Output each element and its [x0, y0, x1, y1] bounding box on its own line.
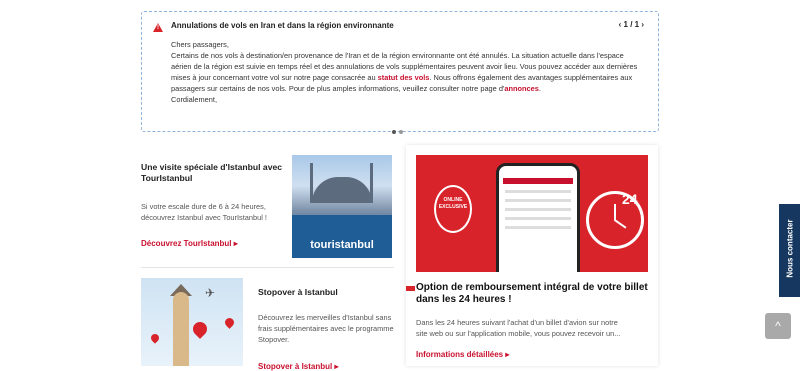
title-marker	[406, 286, 415, 291]
hours-label: 24	[622, 191, 638, 207]
announcement-closing: Cordialement,	[171, 95, 218, 104]
contact-tab[interactable]: Nous contacter	[779, 204, 800, 297]
announcements-link[interactable]: annonces	[504, 84, 539, 93]
touristanbul-title: Une visite spéciale d'Istanbul avec Tour…	[141, 162, 283, 183]
flight-status-link[interactable]: statut des vols	[378, 73, 430, 82]
stopover-link[interactable]: Stopover à Istanbul ▸	[258, 362, 338, 371]
refund-card: ONLINE EXCLUSIVE 24 Option de remboursem…	[406, 145, 658, 366]
map-pin-icon	[223, 316, 236, 329]
stopover-image[interactable]: ✈	[141, 278, 243, 366]
carousel-dot[interactable]	[392, 130, 396, 134]
airplane-icon: ✈	[205, 286, 216, 300]
contact-label: Nous contacter	[785, 219, 795, 278]
refund-image[interactable]: ONLINE EXCLUSIVE 24	[416, 155, 648, 272]
refund-desc: Dans les 24 heures suivant l'achat d'un …	[416, 318, 621, 338]
announcement-box: ! Annulations de vols en Iran et dans la…	[141, 11, 659, 134]
announcement-body: Chers passagers, Certains de nos vols à …	[171, 39, 641, 105]
divider	[141, 267, 394, 268]
scroll-to-top-button[interactable]: ^	[765, 313, 791, 339]
map-pin-icon	[149, 332, 161, 344]
stopover-card: ✈ Stopover à Istanbul Découvrez les merv…	[141, 278, 394, 371]
stopover-title: Stopover à Istanbul	[258, 287, 338, 297]
touristanbul-logo: touristanbul	[310, 239, 374, 251]
refund-title: Option de remboursement intégral de votr…	[416, 282, 648, 305]
announcement-greeting: Chers passagers,	[171, 40, 229, 49]
touristanbul-link[interactable]: Découvrez TourIstanbul ▸	[141, 239, 238, 248]
warning-icon: !	[153, 23, 163, 32]
chevron-up-icon: ^	[775, 319, 781, 333]
map-pin-icon	[190, 319, 210, 339]
touristanbul-image[interactable]: touristanbul	[292, 155, 392, 258]
announcement-title: Annulations de vols en Iran et dans la r…	[171, 21, 394, 30]
stopover-desc: Découvrez les merveilles d'Istanbul sans…	[258, 313, 394, 344]
phone-mockup	[496, 163, 580, 272]
touristanbul-desc: Si votre escale dure de 6 à 24 heures, d…	[141, 202, 267, 222]
refund-link[interactable]: Informations détaillées ▸	[416, 350, 509, 359]
carousel-dot[interactable]	[399, 130, 403, 134]
announcement-pager[interactable]: ‹ 1 / 1 ›	[619, 20, 644, 29]
touristanbul-card: Une visite spéciale d'Istanbul avec Tour…	[141, 155, 394, 260]
announcement-text: Certains de nos vols à destination/en pr…	[171, 51, 638, 93]
carousel-dots[interactable]	[392, 121, 406, 139]
online-exclusive-badge: ONLINE EXCLUSIVE	[434, 185, 472, 233]
